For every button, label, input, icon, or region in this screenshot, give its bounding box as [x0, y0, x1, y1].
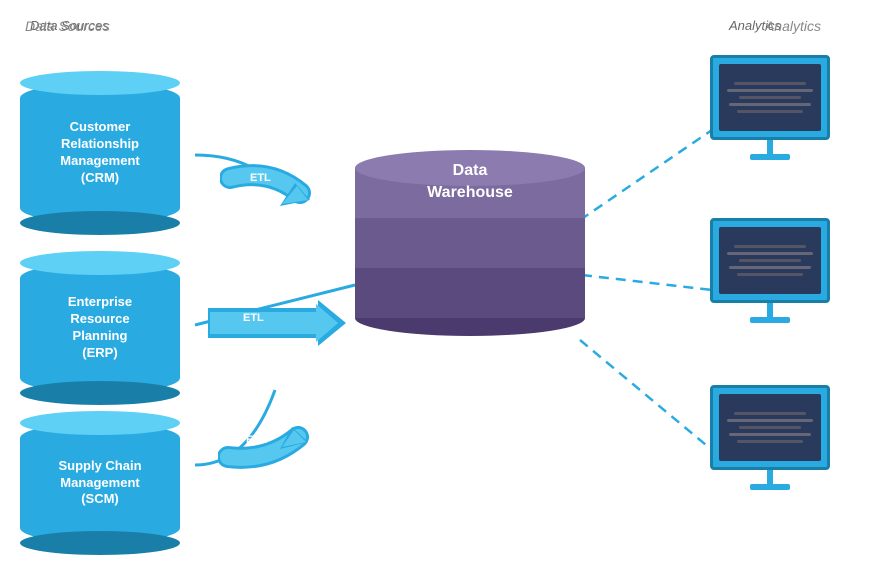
crm-cylinder: Customer Relationship Management (CRM)	[20, 78, 180, 228]
erp-line4: (ERP)	[82, 345, 117, 360]
etl-arrow-3: ETL	[218, 392, 338, 472]
dw-label: Data Warehouse	[355, 160, 585, 205]
erp-line2: Resource	[70, 311, 129, 326]
scm-line1: Supply Chain	[58, 458, 141, 473]
data-warehouse: Data Warehouse	[355, 150, 585, 400]
scm-line2: Management	[60, 475, 139, 490]
dw-line1: Data	[453, 162, 488, 179]
erp-cylinder: Enterprise Resource Planning (ERP)	[20, 258, 180, 398]
erp-line1: Enterprise	[68, 294, 132, 309]
crm-line2: Relationship	[61, 136, 139, 151]
monitor-1	[705, 55, 835, 160]
dw-line2: Warehouse	[427, 184, 513, 201]
crm-line4: (CRM)	[81, 170, 119, 185]
etl-label-1: ETL	[250, 172, 271, 184]
scm-line3: (SCM)	[81, 491, 119, 506]
etl-label-2: ETL	[243, 312, 264, 324]
monitor-3	[705, 385, 835, 490]
monitor-2	[705, 218, 835, 323]
erp-line3: Planning	[73, 328, 128, 343]
crm-line3: Management	[60, 153, 139, 168]
diagram-container: Data Sources Analytics Customer Relation…	[0, 0, 881, 566]
left-section-label: Data Sources	[25, 18, 110, 34]
scm-cylinder: Supply Chain Management (SCM)	[20, 418, 180, 548]
crm-line1: Customer	[70, 119, 131, 134]
etl-arrow-2: ETL	[208, 298, 348, 348]
right-section-label: Analytics	[765, 18, 821, 34]
etl-arrow-1: ETL	[220, 158, 340, 218]
etl-label-3: ETL	[246, 434, 267, 446]
